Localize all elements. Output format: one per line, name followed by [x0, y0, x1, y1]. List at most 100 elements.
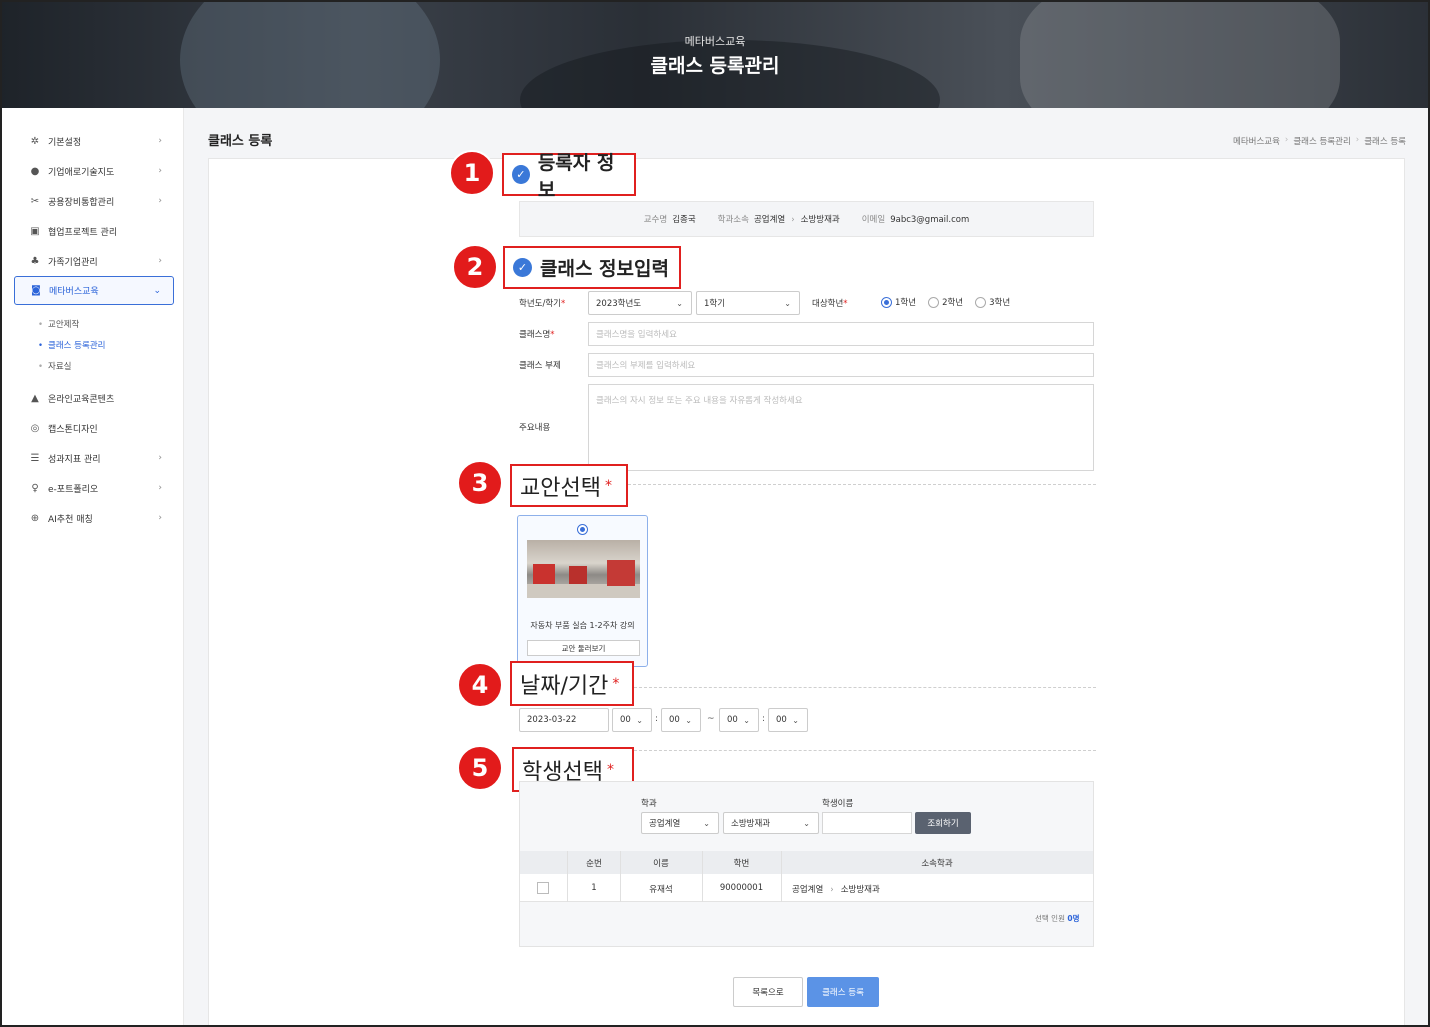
chevron-right-icon: ›: [158, 196, 162, 206]
email-info: 이메일 9abc3@gmail.com: [861, 215, 970, 225]
grade-radio-2[interactable]: 2학년: [928, 296, 963, 308]
chevron-down-icon: ⌄: [792, 715, 799, 725]
sidebar-item-label: 메타버스교육: [49, 287, 99, 297]
column-header-id: 학번: [733, 859, 750, 869]
sidebar-item-kpi[interactable]: ☰ 성과지표 관리 ›: [14, 445, 174, 471]
page-banner: 메타버스교육 클래스 등록관리: [0, 0, 1430, 108]
time-colon: :: [655, 714, 659, 724]
end-minute-select[interactable]: 00 ⌄: [768, 708, 808, 732]
sidebar-item-ai-matching[interactable]: ⊕ AI추천 매칭 ›: [14, 505, 174, 531]
class-subtitle-input[interactable]: 클래스의 부제를 입력하세요: [588, 353, 1094, 377]
vr-goggles-icon: ◙: [31, 285, 41, 296]
section-title: 클래스 정보입력: [540, 258, 669, 280]
grade-radio-1[interactable]: 1학년: [881, 296, 916, 308]
registrant-info: 교수명 김종국 학과소속 공업계열 › 소방방재과 이메일 9abc3@gmail.com: [519, 201, 1094, 237]
sidebar-item-label: 협업프로젝트 관리: [48, 227, 118, 238]
section-title: 날짜/기간: [520, 673, 609, 699]
lesson-preview-button[interactable]: 교안 둘러보기: [527, 640, 640, 656]
selected-count: 선택 인원 0명: [1035, 914, 1080, 923]
sidebar-item-basic-settings[interactable]: ✲ 기본설정 ›: [14, 128, 174, 154]
section-divider: [628, 484, 1096, 485]
sidebar-item-tech-guidance[interactable]: ● 기업애로기술지도 ›: [14, 158, 174, 184]
target-icon: ⊕: [30, 512, 40, 524]
breadcrumb-separator: ›: [1284, 135, 1289, 145]
dept-filter-label: 학과: [641, 799, 657, 809]
sidebar-item-label: 기본설정: [48, 137, 82, 148]
section-title: 등록자 정보: [537, 151, 615, 201]
step-badge-2: 2: [452, 244, 498, 290]
grade-radio-3[interactable]: 3학년: [975, 296, 1010, 308]
page-title: 클래스 등록: [208, 134, 273, 149]
year-select[interactable]: 2023학년도 ⌄: [588, 291, 692, 315]
section-divider: [634, 750, 1096, 751]
sidebar-subitem-archive[interactable]: 자료실: [38, 360, 71, 372]
table-divider: [620, 851, 621, 902]
step-badge-5: 5: [457, 745, 503, 791]
student-name-label: 학생이름: [822, 799, 854, 809]
sidebar-subitem-class-manage[interactable]: 클래스 등록관리: [38, 339, 105, 351]
start-hour-select[interactable]: 00 ⌄: [612, 708, 652, 732]
section-lesson-heading: 교안선택 *: [510, 464, 628, 507]
banner-subtitle: 메타버스교육: [684, 35, 746, 48]
lesson-radio[interactable]: [577, 524, 588, 535]
sidebar-subitem-lesson-make[interactable]: 교안제작: [38, 318, 79, 330]
college-filter-select[interactable]: 공업계열 ⌄: [641, 812, 719, 834]
project-icon: ▣: [30, 225, 40, 237]
sidebar-item-capstone[interactable]: ◎ 캡스톤디자인: [14, 415, 174, 441]
step-badge-4: 4: [457, 662, 503, 708]
online-content-icon: ▲: [31, 392, 39, 404]
breadcrumb-separator: ›: [1355, 135, 1360, 145]
award-icon: ♀: [31, 482, 39, 494]
chevron-right-icon: ›: [158, 513, 162, 523]
check-circle-icon: ✓: [512, 165, 530, 184]
sidebar-item-label: 성과지표 관리: [48, 454, 101, 465]
tools-icon: ✂: [30, 195, 40, 207]
section-period-heading: 날짜/기간 *: [510, 661, 634, 706]
check-circle-icon: ✓: [513, 258, 532, 277]
sidebar-item-label: AI추천 매칭: [48, 514, 93, 525]
chevron-down-icon: ⌄: [636, 715, 643, 725]
column-header-dept: 소속학과: [921, 859, 953, 869]
search-button[interactable]: 조회하기: [915, 812, 971, 834]
chevron-right-icon: ›: [158, 256, 162, 266]
back-to-list-button[interactable]: 목록으로: [733, 977, 803, 1007]
sidebar-item-label: e-포트폴리오: [48, 484, 99, 495]
lesson-card[interactable]: 자동차 부품 실습 1-2주차 강의 교안 둘러보기: [517, 515, 648, 667]
register-class-button[interactable]: 클래스 등록: [807, 977, 879, 1007]
chevron-down-icon: ⌄: [784, 298, 791, 308]
breadcrumb: 메타버스교육 › 클래스 등록관리 › 클래스 등록: [1233, 135, 1406, 147]
lesson-title: 자동차 부품 실습 1-2주차 강의: [530, 621, 635, 630]
breadcrumb-item: 클래스 등록: [1364, 137, 1406, 147]
sidebar-item-portfolio[interactable]: ♀ e-포트폴리오 ›: [14, 475, 174, 501]
table-divider: [781, 851, 782, 902]
chevron-right-icon: ›: [158, 166, 162, 176]
class-subtitle-label: 클래스 부제: [519, 361, 561, 371]
start-minute-select[interactable]: 00 ⌄: [661, 708, 701, 732]
breadcrumb-item[interactable]: 메타버스교육: [1233, 135, 1280, 147]
row-name: 유재석: [649, 885, 673, 895]
breadcrumb-item[interactable]: 클래스 등록관리: [1293, 135, 1350, 147]
year-semester-label: 학년도/학기*: [519, 299, 566, 309]
question-icon: ●: [30, 165, 40, 177]
step-badge-3: 3: [457, 460, 503, 506]
banner-title: 클래스 등록관리: [650, 55, 780, 77]
sidebar-item-family-company[interactable]: ♣ 가족기업관리 ›: [14, 248, 174, 274]
sidebar: ✲ 기본설정 › ● 기업애로기술지도 › ✂ 공용장비통합관리 › ▣ 협업프…: [2, 108, 184, 1025]
chevron-right-icon: ›: [158, 483, 162, 493]
sidebar-item-equipment[interactable]: ✂ 공용장비통합관리 ›: [14, 188, 174, 214]
date-input[interactable]: 2023-03-22: [519, 708, 609, 732]
class-content-textarea[interactable]: 클래스의 자시 정보 또는 주요 내용을 자유롭게 작성하세요: [588, 384, 1094, 471]
sidebar-item-collab-project[interactable]: ▣ 협업프로젝트 관리: [14, 218, 174, 244]
student-name-input[interactable]: [822, 812, 912, 834]
semester-select[interactable]: 1학기 ⌄: [696, 291, 800, 315]
sidebar-item-online-content[interactable]: ▲ 온라인교육콘텐츠: [14, 385, 174, 411]
row-student-id: 90000001: [719, 883, 764, 893]
sidebar-item-metaverse[interactable]: ◙ 메타버스교육 ⌄: [14, 276, 174, 305]
end-hour-select[interactable]: 00 ⌄: [719, 708, 759, 732]
column-header-no: 순번: [586, 859, 602, 869]
step-badge-1: 1: [449, 150, 495, 196]
dept-filter-select[interactable]: 소방방재과 ⌄: [723, 812, 819, 834]
class-name-input[interactable]: 클래스명을 입력하세요: [588, 322, 1094, 346]
row-checkbox[interactable]: [537, 882, 549, 894]
table-divider: [702, 851, 703, 902]
